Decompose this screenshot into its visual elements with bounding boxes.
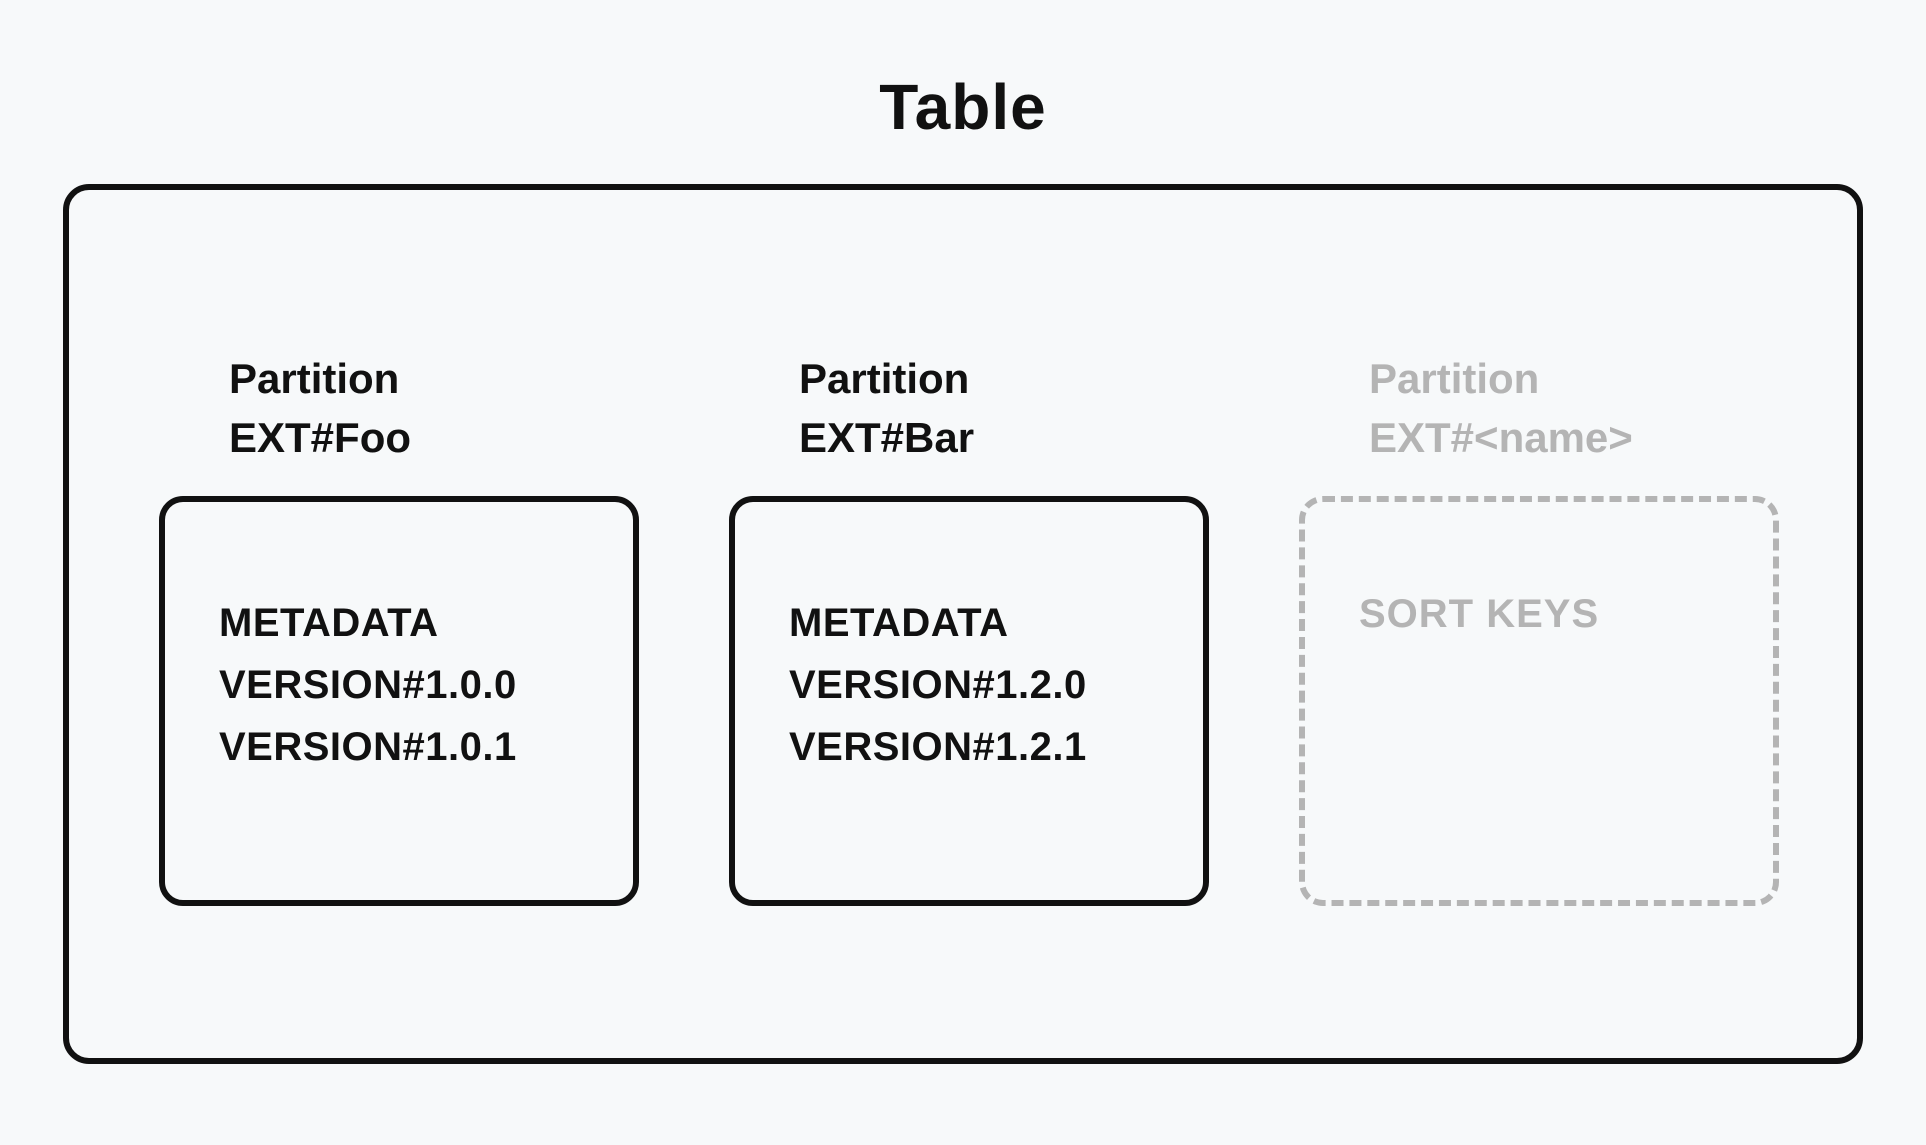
partition-label-line2: EXT#Bar	[799, 409, 1209, 468]
partition-item: VERSION#1.2.1	[789, 716, 1163, 778]
partition-box: METADATA VERSION#1.2.0 VERSION#1.2.1	[729, 496, 1209, 906]
partition-box-placeholder: SORT KEYS	[1299, 496, 1779, 906]
partition-label-line2: EXT#<name>	[1369, 409, 1779, 468]
sort-keys-label: SORT KEYS	[1359, 592, 1733, 637]
partition-item: METADATA	[219, 592, 593, 654]
partition-placeholder: Partition EXT#<name> SORT KEYS	[1299, 350, 1779, 906]
partition-label-line1: Partition	[229, 350, 639, 409]
partition-label-line1: Partition	[1369, 350, 1779, 409]
partitions-row: Partition EXT#Foo METADATA VERSION#1.0.0…	[159, 350, 1767, 906]
partition-item: VERSION#1.2.0	[789, 654, 1163, 716]
partition-item: METADATA	[789, 592, 1163, 654]
diagram-canvas: Table Partition EXT#Foo METADATA VERSION…	[0, 0, 1926, 1145]
partition-label: Partition EXT#Foo	[229, 350, 639, 468]
partition-label-line2: EXT#Foo	[229, 409, 639, 468]
partition-label: Partition EXT#Bar	[799, 350, 1209, 468]
diagram-title: Table	[60, 70, 1866, 144]
partition-item: VERSION#1.0.1	[219, 716, 593, 778]
partition-bar: Partition EXT#Bar METADATA VERSION#1.2.0…	[729, 350, 1209, 906]
table-container: Partition EXT#Foo METADATA VERSION#1.0.0…	[63, 184, 1863, 1064]
partition-foo: Partition EXT#Foo METADATA VERSION#1.0.0…	[159, 350, 639, 906]
partition-box: METADATA VERSION#1.0.0 VERSION#1.0.1	[159, 496, 639, 906]
partition-item: VERSION#1.0.0	[219, 654, 593, 716]
partition-label: Partition EXT#<name>	[1369, 350, 1779, 468]
partition-label-line1: Partition	[799, 350, 1209, 409]
